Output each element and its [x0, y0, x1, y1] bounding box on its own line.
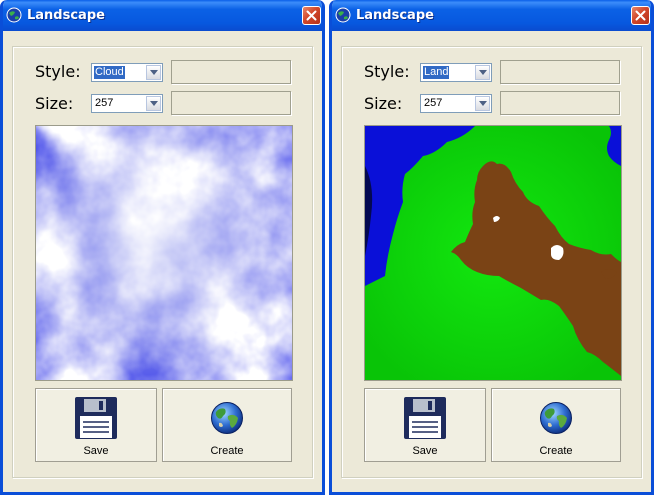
chevron-down-icon[interactable] [146, 65, 161, 80]
size-label: Size: [364, 94, 403, 113]
window-title: Landscape [356, 8, 434, 23]
create-button[interactable]: Create [162, 388, 292, 462]
land-preview-image [364, 125, 622, 381]
chevron-down-icon[interactable] [475, 65, 490, 80]
globe-icon [210, 401, 244, 440]
globe-app-icon [335, 7, 351, 23]
style-info-field [500, 60, 620, 84]
save-label: Save [412, 445, 438, 457]
style-value: Land [423, 66, 450, 79]
size-value: 257 [95, 97, 114, 109]
landscape-window-cloud: Landscape Style: Cloud Size: 257 Save Cr… [0, 0, 325, 495]
window-title: Landscape [27, 8, 105, 23]
size-label: Size: [35, 94, 74, 113]
create-button[interactable]: Create [491, 388, 621, 462]
style-value: Cloud [94, 66, 125, 79]
close-icon [635, 10, 646, 21]
create-label: Create [210, 445, 244, 457]
close-button[interactable] [302, 6, 321, 25]
globe-app-icon [6, 7, 22, 23]
style-dropdown[interactable]: Cloud [91, 63, 163, 82]
save-button[interactable]: Save [35, 388, 157, 462]
landscape-window-land: Landscape Style: Land Size: 257 Save Cre… [329, 0, 654, 495]
style-dropdown[interactable]: Land [420, 63, 492, 82]
create-label: Create [539, 445, 573, 457]
size-dropdown[interactable]: 257 [91, 94, 163, 113]
close-button[interactable] [631, 6, 650, 25]
close-icon [306, 10, 317, 21]
style-label: Style: [364, 62, 410, 81]
chevron-down-icon[interactable] [146, 96, 161, 111]
floppy-disk-icon [74, 396, 118, 445]
floppy-disk-icon [403, 396, 447, 445]
title-bar[interactable]: Landscape [332, 0, 651, 31]
style-label: Style: [35, 62, 81, 81]
size-info-field [171, 91, 291, 115]
chevron-down-icon[interactable] [475, 96, 490, 111]
cloud-preview-image [35, 125, 293, 381]
size-value: 257 [424, 97, 443, 109]
size-info-field [500, 91, 620, 115]
style-info-field [171, 60, 291, 84]
save-label: Save [83, 445, 109, 457]
globe-icon [539, 401, 573, 440]
title-bar[interactable]: Landscape [3, 0, 322, 31]
size-dropdown[interactable]: 257 [420, 94, 492, 113]
save-button[interactable]: Save [364, 388, 486, 462]
